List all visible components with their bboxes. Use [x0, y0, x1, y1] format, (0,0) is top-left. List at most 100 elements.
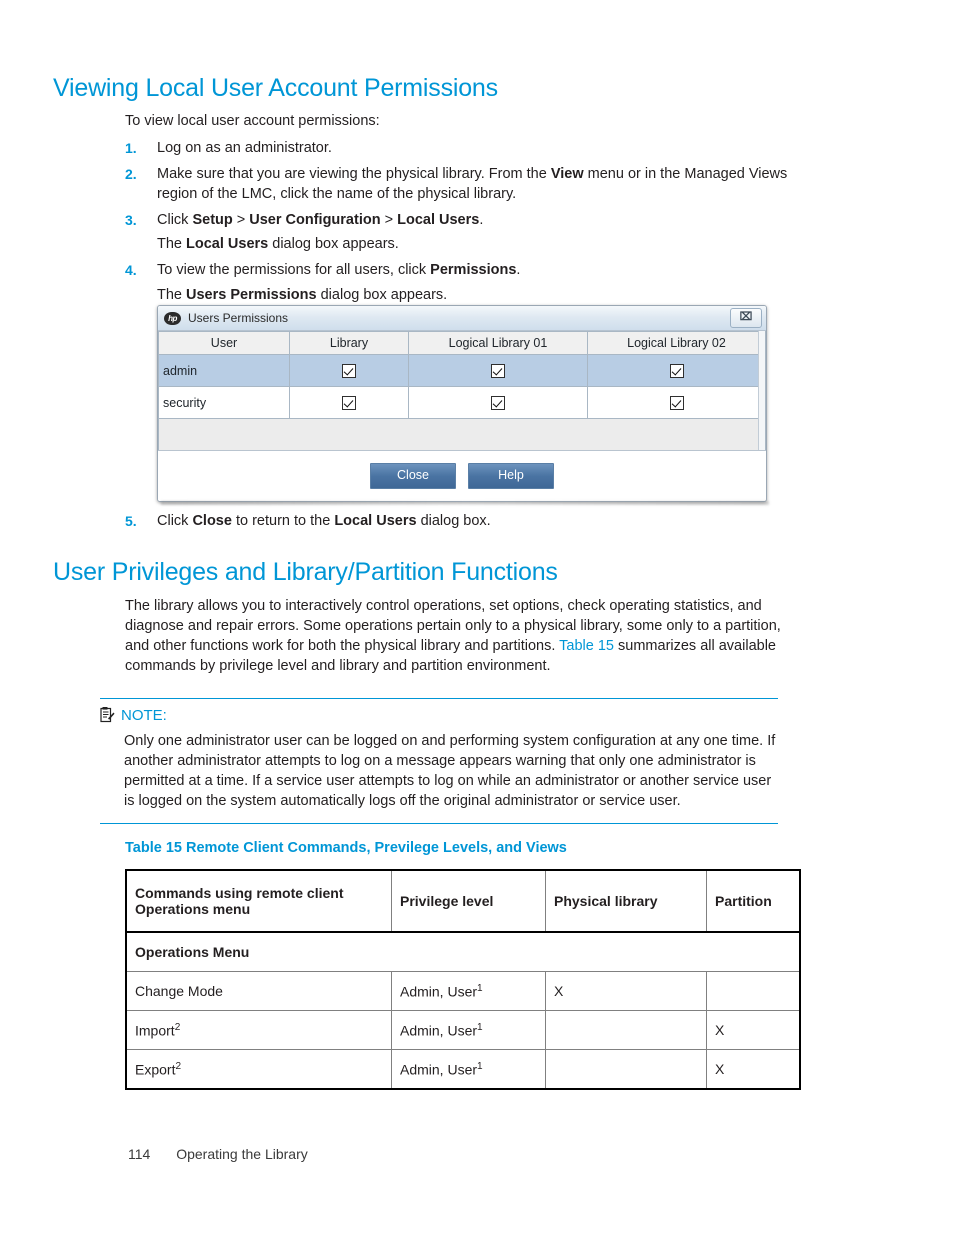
table-header-privilege-level: Privilege level	[391, 869, 546, 933]
table-row: Export2 Admin, User1 X	[125, 1049, 801, 1090]
checkbox-checked-icon[interactable]	[342, 363, 356, 378]
section-title-user-privileges: User Privileges and Library/Partition Fu…	[53, 558, 558, 586]
column-header-user: User	[158, 331, 290, 355]
step-text: Make sure that you are viewing the physi…	[157, 166, 787, 201]
procedure-steps-list: 1. Log on as an administrator. 2. Make sure…	[125, 139, 797, 312]
step-2-run-3: User Configuration	[249, 211, 381, 228]
permissions-cell-library[interactable]	[289, 386, 409, 419]
permissions-cell-logical-library-01[interactable]	[408, 354, 588, 387]
table-15: Commands using remote client Operations m…	[125, 869, 801, 1090]
step-text: Click Close to return to the Local Users…	[157, 513, 491, 529]
body-paragraph: The library allows you to interactively …	[125, 596, 800, 676]
table-cell-command: Import2	[125, 1010, 392, 1050]
table-cell-partition	[706, 971, 801, 1011]
table-cell-physical-library	[545, 1049, 707, 1090]
permissions-cell-library[interactable]	[289, 354, 409, 387]
procedure-step-5: 5. Click Close to return to the Local Us…	[125, 513, 797, 529]
permissions-header-row: User Library Logical Library 01 Logical …	[158, 331, 766, 355]
help-button[interactable]: Help	[468, 463, 554, 489]
step-text: To view the permissions for all users, c…	[157, 262, 520, 278]
table-header-partition: Partition	[706, 869, 801, 933]
permissions-cell-logical-library-02[interactable]	[587, 386, 766, 419]
step5-run-2: to return to the	[231, 513, 335, 529]
step-text: Click Setup > User Configuration > Local…	[157, 212, 483, 228]
step-number: 5.	[125, 513, 137, 529]
step-3-sub-run-2: dialog box appears.	[316, 286, 448, 303]
table-row-subheading: Operations Menu	[125, 931, 801, 972]
table-cell-partition: X	[706, 1010, 801, 1050]
vertical-scrollbar[interactable]	[758, 331, 765, 450]
close-icon[interactable]: ⌧	[730, 308, 762, 328]
column-header-logical-library-02: Logical Library 02	[587, 331, 766, 355]
checkbox-checked-icon[interactable]	[491, 395, 505, 410]
dialog-titlebar: hp Users Permissions ⌧	[158, 306, 766, 331]
hp-logo-icon: hp	[164, 311, 181, 325]
checkbox-checked-icon[interactable]	[491, 363, 505, 378]
page-number: 114	[128, 1146, 151, 1162]
procedure-step-1: 1. Log on as an administrator.	[125, 139, 797, 158]
permissions-row-admin[interactable]: admin	[158, 354, 766, 387]
note-callout: NOTE: Only one administrator user can be…	[100, 698, 778, 824]
step-number: 4.	[125, 262, 137, 279]
table-row: Import2 Admin, User1 X	[125, 1010, 801, 1050]
footnote-marker: 1	[477, 1021, 483, 1033]
checkbox-checked-icon[interactable]	[669, 363, 684, 378]
footnote-marker: 1	[477, 1060, 483, 1072]
step-number: 3.	[125, 211, 137, 228]
note-top-rule	[100, 698, 778, 699]
step-2-run-6: .	[479, 211, 484, 228]
footnote-marker: 2	[175, 1060, 182, 1072]
table-cell-partition: X	[706, 1049, 801, 1090]
users-permissions-dialog: hp Users Permissions ⌧ User Library Logi…	[157, 305, 767, 502]
step-3-sub-run-1: Users Permissions	[186, 286, 317, 303]
step-2-run-4: >	[380, 211, 398, 228]
step-0-run-0: Log on as an administrator.	[157, 140, 332, 156]
table-15-header-row: Commands using remote client Operations m…	[125, 869, 801, 933]
step5-run-3: Local Users	[334, 513, 417, 529]
step5-run-1: Close	[192, 513, 232, 529]
permissions-table: User Library Logical Library 01 Logical …	[158, 331, 766, 419]
step-1-run-0: Make sure that you are viewing the physi…	[157, 166, 551, 183]
step-1-run-1: View	[550, 166, 584, 183]
document-page: Viewing Local User Account Permissions T…	[0, 0, 954, 1235]
step-result-text: The Local Users dialog box appears.	[157, 235, 797, 254]
page-title-viewing-local-user-account-permissions: Viewing Local User Account Permissions	[53, 74, 498, 102]
step-2-run-2: >	[232, 211, 250, 228]
page-footer: 114 Operating the Library	[128, 1146, 308, 1162]
permissions-cell-logical-library-01[interactable]	[408, 386, 588, 419]
table-header-commands-line2: Operations menu	[135, 901, 251, 917]
step-2-run-5: Local Users	[397, 211, 480, 228]
note-label: NOTE:	[121, 706, 167, 724]
table-15-cross-reference-link[interactable]: Table 15	[559, 638, 614, 654]
column-header-library: Library	[289, 331, 409, 355]
step5-run-4: dialog box.	[416, 513, 491, 529]
table-cell-privilege-level: Admin, User1	[391, 1010, 546, 1050]
column-header-logical-library-01: Logical Library 01	[408, 331, 588, 355]
procedure-step-3: 3. Click Setup > User Configuration > Loc…	[125, 211, 797, 255]
permissions-row-security[interactable]: security	[158, 386, 766, 419]
step-3-run-1: Permissions	[430, 262, 517, 279]
checkbox-checked-icon[interactable]	[669, 395, 684, 410]
step-2-sub-run-0: The	[157, 236, 187, 253]
step-2-sub-run-2: dialog box appears.	[268, 236, 399, 253]
step-3-run-0: To view the permissions for all users, c…	[157, 262, 431, 279]
footer-chapter-name: Operating the Library	[176, 1146, 308, 1162]
permissions-cell-logical-library-02[interactable]	[587, 354, 766, 387]
step-2-run-1: Setup	[192, 211, 233, 228]
table-15-caption: Table 15 Remote Client Commands, Previle…	[125, 840, 567, 856]
table-cell-command: Export2	[125, 1049, 392, 1090]
note-body-text: Only one administrator user can be logge…	[124, 733, 776, 809]
step-2-sub-run-1: Local Users	[186, 236, 269, 253]
close-button[interactable]: Close	[370, 463, 456, 489]
permissions-cell-user: admin	[158, 354, 290, 387]
table-subheading-operations-menu: Operations Menu	[125, 931, 801, 972]
permissions-cell-user: security	[158, 386, 290, 419]
step-2-run-0: Click	[157, 211, 193, 228]
table-cell-physical-library	[545, 1010, 707, 1050]
table-cell-physical-library: X	[545, 971, 707, 1011]
procedure-step-2: 2. Make sure that you are viewing the phy…	[125, 165, 797, 204]
step-number: 2.	[125, 166, 137, 183]
dialog-drop-shadow	[161, 501, 769, 505]
checkbox-checked-icon[interactable]	[342, 395, 356, 410]
step-3-run-2: .	[516, 262, 521, 279]
